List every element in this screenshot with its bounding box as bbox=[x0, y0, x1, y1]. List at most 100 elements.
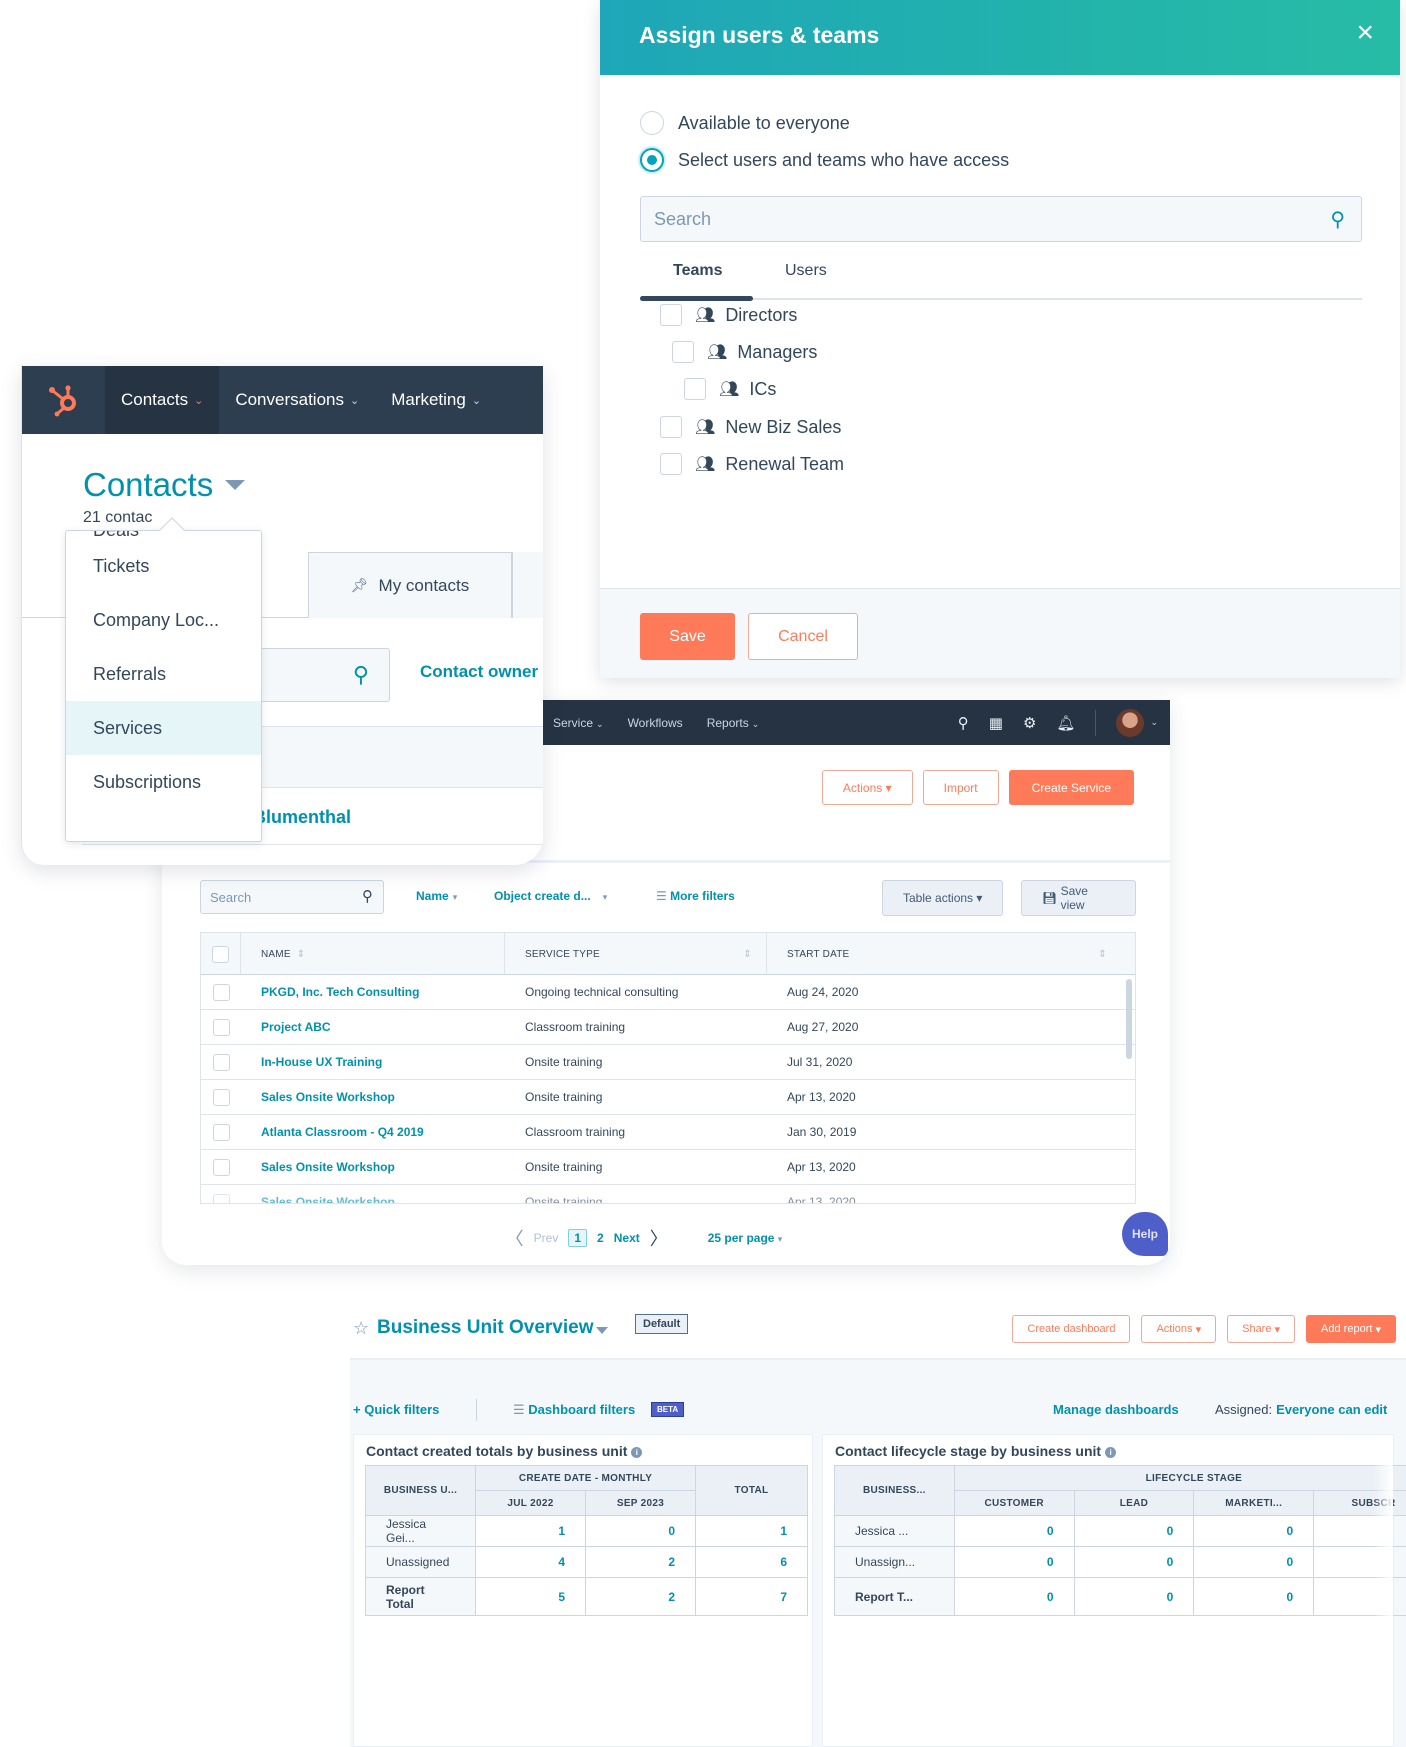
sort-icon[interactable]: ⇕ bbox=[297, 949, 306, 960]
total-cell[interactable]: 1 bbox=[695, 1515, 808, 1547]
search-icon[interactable]: ⚲ bbox=[1330, 207, 1345, 232]
radio-button[interactable] bbox=[640, 111, 664, 135]
more-filters-button[interactable]: ☰ More filters bbox=[656, 889, 735, 903]
team-checkbox[interactable] bbox=[684, 378, 706, 400]
row-checkbox[interactable] bbox=[212, 1123, 230, 1141]
value-cell[interactable]: 0 bbox=[585, 1515, 696, 1547]
row-checkbox[interactable] bbox=[212, 1088, 230, 1106]
team-item[interactable]: 👥︎ Directors bbox=[660, 304, 797, 326]
gear-icon[interactable]: ⚙ bbox=[1023, 714, 1036, 732]
prev-page-button[interactable]: Prev bbox=[534, 1231, 559, 1245]
dropdown-item-tickets[interactable]: Tickets bbox=[66, 539, 261, 593]
value-cell[interactable]: 5 bbox=[475, 1577, 586, 1616]
manage-dashboards-link[interactable]: Manage dashboards bbox=[1053, 1402, 1179, 1417]
page-title[interactable]: Contacts bbox=[83, 466, 213, 504]
create-service-button[interactable]: Create Service bbox=[1008, 770, 1134, 805]
marketplace-icon[interactable]: ▦ bbox=[989, 714, 1003, 732]
column-header-name[interactable]: NAME ⇕ bbox=[241, 933, 505, 975]
service-name-link[interactable]: Project ABC bbox=[261, 1020, 331, 1034]
tab-next[interactable] bbox=[512, 552, 543, 618]
quick-filters-button[interactable]: + Quick filters bbox=[353, 1402, 439, 1417]
team-checkbox[interactable] bbox=[672, 341, 694, 363]
service-name-link[interactable]: Sales Onsite Workshop bbox=[261, 1160, 395, 1174]
value-cell[interactable]: 0 bbox=[1193, 1577, 1315, 1616]
service-name-link[interactable]: Atlanta Classroom - Q4 2019 bbox=[261, 1125, 424, 1139]
help-button[interactable]: Help bbox=[1122, 1212, 1168, 1256]
total-cell[interactable]: 6 bbox=[695, 1546, 808, 1578]
page-2-button[interactable]: 2 bbox=[597, 1231, 604, 1245]
nav-workflows[interactable]: Workflows bbox=[628, 716, 683, 730]
value-cell[interactable]: 0 bbox=[1193, 1515, 1315, 1547]
chevron-left-icon[interactable]: 〈 bbox=[506, 1225, 524, 1251]
team-item[interactable]: 👥︎ Renewal Team bbox=[660, 453, 844, 475]
dropdown-item-company-loc[interactable]: Company Loc... bbox=[66, 593, 261, 647]
per-page-select[interactable]: 25 per page ▾ bbox=[708, 1231, 783, 1245]
column-header-service-type[interactable]: SERVICE TYPE ⇕ bbox=[505, 933, 767, 975]
row-checkbox[interactable] bbox=[212, 1053, 230, 1071]
dashboard-actions-button[interactable]: Actions ▾ bbox=[1141, 1315, 1217, 1343]
value-cell[interactable]: 0 bbox=[953, 1577, 1075, 1616]
search-icon[interactable]: ⚲ bbox=[958, 714, 969, 732]
select-all-checkbox[interactable] bbox=[212, 945, 229, 963]
value-cell[interactable]: 4 bbox=[475, 1546, 586, 1578]
column-header-stage[interactable]: MARKETI... bbox=[1193, 1490, 1315, 1516]
value-cell[interactable]: 0 bbox=[1073, 1577, 1195, 1616]
value-cell[interactable]: 0 bbox=[1073, 1515, 1195, 1547]
value-cell[interactable]: 2 bbox=[585, 1577, 696, 1616]
team-checkbox[interactable] bbox=[660, 453, 682, 475]
bell-icon[interactable]: 🔔︎ bbox=[1056, 714, 1075, 732]
team-checkbox[interactable] bbox=[660, 304, 682, 326]
nav-contacts[interactable]: Contacts ⌄ bbox=[105, 366, 220, 434]
sort-icon[interactable]: ⇕ bbox=[1098, 949, 1107, 960]
add-report-button[interactable]: Add report ▾ bbox=[1306, 1315, 1396, 1343]
dashboard-title[interactable]: Business Unit Overview bbox=[377, 1317, 593, 1339]
share-button[interactable]: Share ▾ bbox=[1227, 1315, 1296, 1343]
service-name-link[interactable]: Sales Onsite Workshop bbox=[261, 1195, 395, 1203]
caret-down-icon[interactable] bbox=[225, 480, 245, 490]
nav-reports[interactable]: Reports ⌄ bbox=[707, 716, 760, 730]
service-name-link[interactable]: Sales Onsite Workshop bbox=[261, 1090, 395, 1104]
team-search-input[interactable] bbox=[641, 197, 1301, 241]
column-header-month[interactable]: JUL 2022 bbox=[475, 1490, 586, 1516]
value-cell[interactable]: 0 bbox=[1193, 1546, 1315, 1578]
column-header-start-date[interactable]: START DATE ⇕ bbox=[767, 933, 1135, 975]
service-name-link[interactable]: In-House UX Training bbox=[261, 1055, 382, 1069]
dropdown-item-services[interactable]: Services bbox=[66, 701, 261, 755]
filter-name[interactable]: Name ▾ bbox=[416, 889, 457, 903]
row-checkbox[interactable] bbox=[212, 1158, 230, 1176]
save-view-button[interactable]: 💾︎ Save view bbox=[1021, 880, 1136, 916]
row-checkbox[interactable] bbox=[212, 983, 230, 1001]
chevron-down-icon[interactable]: ⌄ bbox=[1150, 717, 1158, 728]
service-name-link[interactable]: PKGD, Inc. Tech Consulting bbox=[261, 985, 419, 999]
dropdown-item-subscriptions[interactable]: Subscriptions bbox=[66, 755, 261, 809]
value-cell[interactable]: 0 bbox=[953, 1515, 1075, 1547]
value-cell[interactable]: 1 bbox=[475, 1515, 586, 1547]
team-item[interactable]: 👥︎ ICs bbox=[684, 378, 776, 400]
radio-available-to-everyone[interactable]: Available to everyone bbox=[640, 111, 850, 135]
column-header-stage[interactable]: CUSTOMER bbox=[953, 1490, 1075, 1516]
nav-conversations[interactable]: Conversations ⌄ bbox=[219, 366, 375, 434]
nav-marketing[interactable]: Marketing ⌄ bbox=[375, 366, 497, 434]
value-cell[interactable]: 0 bbox=[953, 1546, 1075, 1578]
create-dashboard-button[interactable]: Create dashboard bbox=[1012, 1315, 1131, 1343]
table-actions-button[interactable]: Table actions ▾ bbox=[882, 880, 1004, 916]
actions-button[interactable]: Actions ▾ bbox=[821, 770, 913, 805]
tab-users[interactable]: Users bbox=[785, 262, 827, 280]
column-header-business-unit[interactable]: BUSINESS U... bbox=[365, 1465, 476, 1516]
team-checkbox[interactable] bbox=[660, 416, 682, 438]
team-item[interactable]: 👥︎ New Biz Sales bbox=[660, 416, 841, 438]
value-cell[interactable]: 0 bbox=[1073, 1546, 1195, 1578]
row-checkbox[interactable] bbox=[212, 1193, 230, 1203]
team-item[interactable]: 👥︎ Managers bbox=[672, 341, 817, 363]
next-page-button[interactable]: Next bbox=[614, 1231, 640, 1245]
row-checkbox[interactable] bbox=[212, 1018, 230, 1036]
star-icon[interactable]: ☆ bbox=[353, 1318, 369, 1339]
page-1-button[interactable]: 1 bbox=[568, 1229, 588, 1247]
close-icon[interactable]: × bbox=[1356, 18, 1374, 48]
filter-contact-owner[interactable]: Contact owner bbox=[420, 662, 538, 682]
hubspot-logo[interactable] bbox=[22, 366, 105, 434]
tab-teams[interactable]: Teams bbox=[673, 262, 723, 280]
import-button[interactable]: Import bbox=[922, 770, 999, 805]
scrollbar[interactable] bbox=[1126, 979, 1132, 1059]
avatar[interactable] bbox=[1116, 708, 1145, 737]
